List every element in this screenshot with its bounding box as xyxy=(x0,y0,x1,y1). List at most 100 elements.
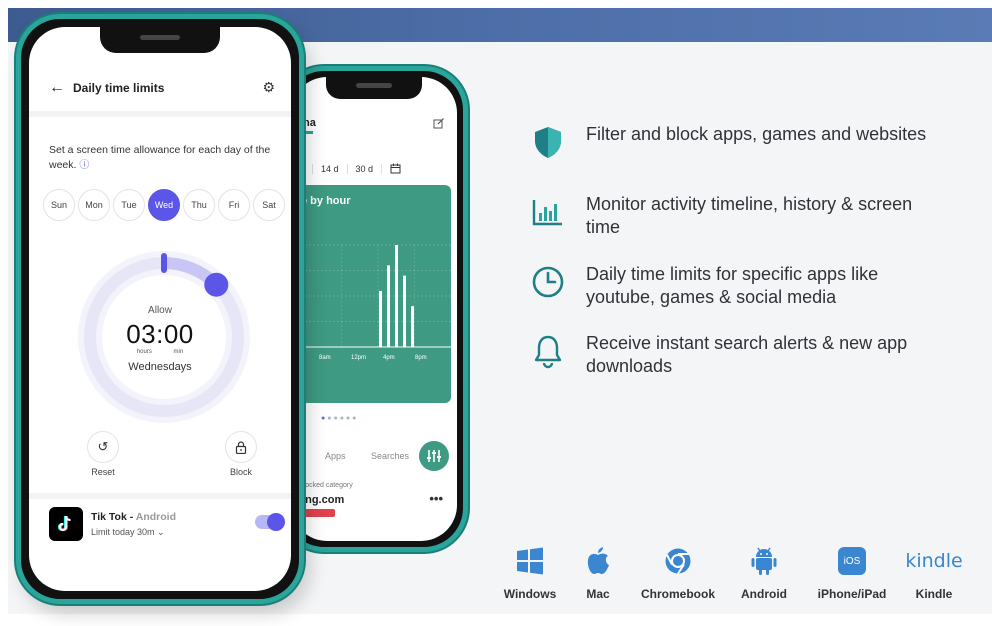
reset-button[interactable]: ↺ xyxy=(87,431,119,463)
time-value: 03:00 xyxy=(126,319,194,349)
feature-text: Receive instant search alerts & new app … xyxy=(586,333,908,376)
app-platform: Android xyxy=(135,511,176,523)
toggle-knob xyxy=(267,513,285,531)
filter-fab-button[interactable] xyxy=(419,441,449,471)
phone-notch xyxy=(100,27,220,53)
platform-label: Chromebook xyxy=(640,587,715,601)
bar-chart-icon xyxy=(532,200,562,226)
blocked-domain: ling.com xyxy=(299,494,345,506)
nav-apps[interactable]: Apps xyxy=(325,451,346,461)
tab-30d[interactable]: 30 d xyxy=(348,164,383,174)
more-options-icon[interactable]: ••• xyxy=(429,491,443,506)
lock-icon xyxy=(235,440,247,454)
app-name: Tik Tok - Android xyxy=(91,511,176,523)
blocked-tag xyxy=(299,509,335,517)
page-title: Daily time limits xyxy=(73,81,165,95)
block-button[interactable] xyxy=(225,431,257,463)
feature-text: Daily time limits for specific apps like… xyxy=(586,264,879,307)
pager-dots: ●●●●●● xyxy=(321,415,359,422)
help-icon[interactable]: ⓘ xyxy=(79,160,89,171)
hour-bar xyxy=(395,245,398,347)
day-thu[interactable]: Thu xyxy=(183,189,215,221)
selected-day-label: Wednesdays xyxy=(128,361,192,373)
ios-icon: iOS xyxy=(838,547,866,575)
app-limit-text: Limit today 30m xyxy=(91,527,155,537)
front-phone-screen: ← Daily time limits ⚙ Set a screen time … xyxy=(29,27,291,591)
platform-ios: iOS iPhone/iPad xyxy=(806,544,898,601)
time-axis-label: 12pm xyxy=(351,355,366,361)
kindle-icon: kindle xyxy=(905,550,963,572)
arrow-left-icon[interactable]: ← xyxy=(49,79,65,97)
gear-icon[interactable]: ⚙ xyxy=(262,79,275,96)
sliders-icon xyxy=(427,450,441,462)
app-title: Tik Tok xyxy=(91,511,127,523)
time-axis-label: 8pm xyxy=(415,355,427,361)
platform-label: iPhone/iPad xyxy=(817,587,887,601)
period-tabs: d 14 d 30 d xyxy=(291,157,457,181)
phone-notch xyxy=(326,77,422,99)
day-wed[interactable]: Wed xyxy=(148,189,180,221)
hour-chart: 8am 12pm 4pm 8pm xyxy=(304,244,451,361)
day-sat[interactable]: Sat xyxy=(253,189,285,221)
divider xyxy=(29,111,291,117)
day-selector: Sun Mon Tue Wed Thu Fri Sat xyxy=(43,189,285,221)
activity-by-hour-card: e by hour 8am 12pm 4pm 8pm xyxy=(291,185,451,403)
platform-mac: Mac xyxy=(552,544,644,601)
child-name: na xyxy=(303,117,316,129)
time-units: hours min xyxy=(29,349,291,355)
time-axis-label: 8am xyxy=(319,355,331,361)
description: Set a screen time allowance for each day… xyxy=(49,143,284,173)
platform-label: Android xyxy=(741,587,787,601)
hour-bar xyxy=(379,290,382,347)
back-phone-screen: na d 14 d 30 d e by hour 8am 12pm 4pm 8pm ●… xyxy=(291,77,457,541)
clock-icon xyxy=(532,266,564,298)
android-icon xyxy=(751,547,777,575)
divider xyxy=(29,493,291,499)
hours-label: hours xyxy=(136,349,152,355)
reset-icon: ↺ xyxy=(97,439,109,454)
hour-bar xyxy=(387,265,390,347)
dial-handle[interactable] xyxy=(204,272,229,297)
card-title: e by hour xyxy=(301,195,351,207)
platform-label: Mac xyxy=(586,587,610,601)
blocked-category-label: Blocked category xyxy=(299,482,353,489)
allow-label: Allow xyxy=(148,305,172,316)
hour-bar xyxy=(403,275,406,347)
feature-text: Filter and block apps, games and website… xyxy=(586,124,927,144)
day-fri[interactable]: Fri xyxy=(218,189,250,221)
app-name-separator: - xyxy=(126,511,136,523)
hour-bar xyxy=(411,306,414,347)
app-limit-toggle[interactable] xyxy=(255,513,285,531)
marketing-panel: na d 14 d 30 d e by hour 8am 12pm 4pm 8pm ●… xyxy=(0,0,992,626)
bottom-nav: Apps Searches xyxy=(291,439,457,471)
platform-chromebook: Chromebook xyxy=(632,544,724,601)
dial-start-marker xyxy=(161,253,167,273)
platform-kindle: kindle Kindle xyxy=(888,544,980,601)
platform-android: Android xyxy=(718,544,810,601)
day-tue[interactable]: Tue xyxy=(113,189,145,221)
bell-icon xyxy=(534,335,562,369)
tiktok-icon xyxy=(49,507,83,541)
min-label: min xyxy=(173,349,184,355)
block-label: Block xyxy=(229,467,252,477)
feature-text: Monitor activity timeline, history & scr… xyxy=(586,194,913,237)
calendar-icon[interactable] xyxy=(382,163,409,176)
shield-icon xyxy=(535,127,561,158)
app-limit-dropdown[interactable]: Limit today 30m ⌄ xyxy=(91,527,165,538)
time-axis-label: 4pm xyxy=(383,355,395,361)
reset-label: Reset xyxy=(91,467,115,477)
platform-label: Kindle xyxy=(915,587,953,601)
chrome-icon xyxy=(665,548,691,575)
tab-14d[interactable]: 14 d xyxy=(313,164,348,174)
back-phone: na d 14 d 30 d e by hour 8am 12pm 4pm 8pm ●… xyxy=(280,66,468,552)
apple-icon xyxy=(587,547,609,574)
day-mon[interactable]: Mon xyxy=(78,189,110,221)
edit-icon[interactable] xyxy=(433,117,445,129)
day-sun[interactable]: Sun xyxy=(43,189,75,221)
child-status-indicator xyxy=(303,131,313,134)
nav-searches[interactable]: Searches xyxy=(371,451,409,461)
app-header: ← Daily time limits ⚙ xyxy=(29,73,291,103)
chevron-down-icon: ⌄ xyxy=(157,527,165,537)
windows-icon xyxy=(517,547,543,575)
front-phone: ← Daily time limits ⚙ Set a screen time … xyxy=(16,14,304,604)
